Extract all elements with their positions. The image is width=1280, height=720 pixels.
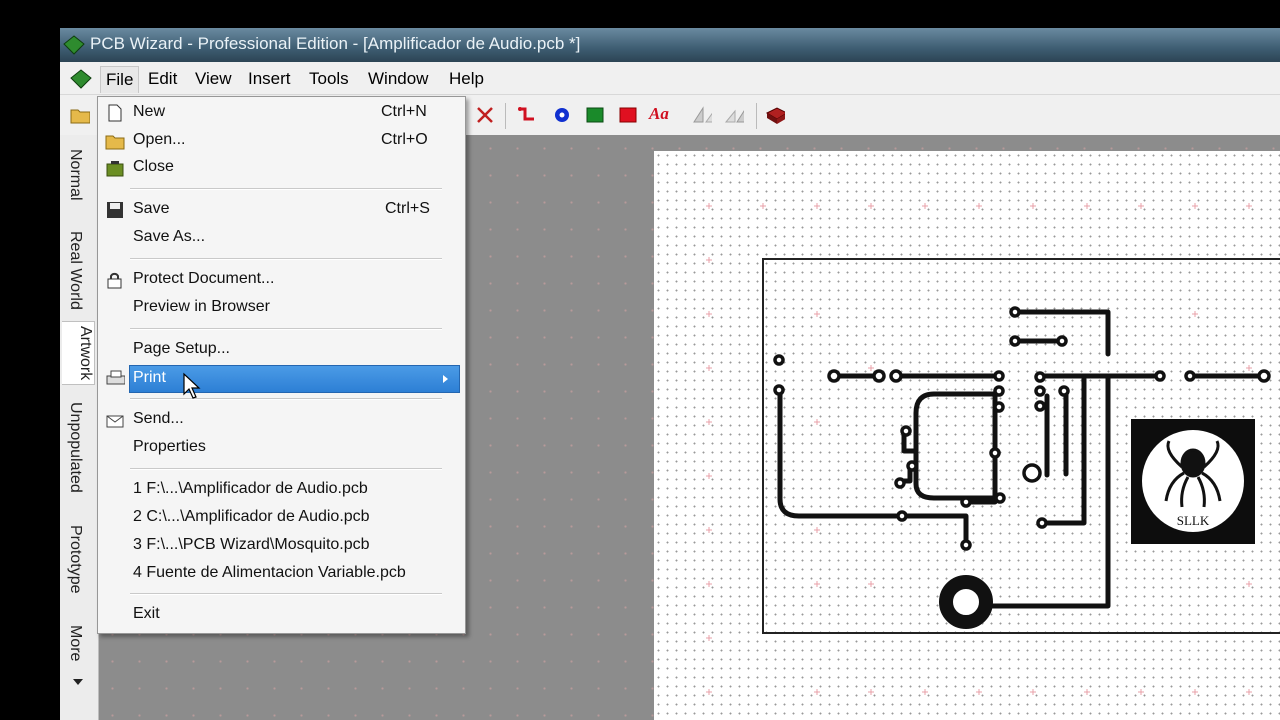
delete-icon[interactable] — [475, 105, 495, 125]
app-icon — [63, 35, 85, 55]
submenu-arrow-icon — [443, 375, 448, 383]
recent-file-2[interactable]: 2 C:\...\Amplificador de Audio.pcb — [98, 505, 465, 531]
recent-file-4[interactable]: 4 Fuente de Alimentacion Variable.pcb — [98, 561, 465, 587]
open-folder-icon — [105, 135, 125, 150]
menu-item-save-as[interactable]: Save As... — [98, 225, 465, 251]
menu-item-new[interactable]: New Ctrl+N — [98, 100, 465, 126]
solder-mask-icon[interactable] — [618, 105, 638, 125]
tab-prototype[interactable]: Prototype — [66, 525, 84, 593]
mouse-cursor-icon — [183, 372, 201, 399]
window-title: PCB Wizard - Professional Edition - [Amp… — [90, 34, 581, 53]
print-highlight: Print — [129, 365, 460, 393]
chevron-down-icon[interactable] — [71, 675, 85, 689]
menu-bar: File Edit View Insert Tools Window Help — [60, 62, 1280, 95]
tab-artwork[interactable]: Artwork — [62, 321, 95, 386]
menu-item-send[interactable]: Send... — [98, 407, 465, 433]
logo-text: SLLK — [1177, 513, 1210, 528]
menu-item-open[interactable]: Open... Ctrl+O — [98, 128, 465, 154]
large-pad — [939, 575, 993, 629]
menu-tools[interactable]: Tools — [304, 68, 354, 90]
pad-tool-icon[interactable] — [552, 105, 572, 125]
menu-item-page-setup[interactable]: Page Setup... — [98, 337, 465, 363]
save-disk-icon — [107, 202, 123, 218]
toolbar-separator — [756, 103, 757, 129]
menu-help[interactable]: Help — [444, 68, 489, 90]
recent-file-1[interactable]: 1 F:\...\Amplificador de Audio.pcb — [98, 477, 465, 503]
menu-separator — [130, 258, 442, 260]
track-tool-icon[interactable] — [517, 105, 537, 125]
menu-separator — [130, 468, 442, 470]
menu-separator — [130, 593, 442, 595]
menu-separator — [130, 188, 442, 190]
menu-window[interactable]: Window — [363, 68, 433, 90]
tab-more[interactable]: More — [66, 625, 84, 661]
menu-file[interactable]: File — [100, 66, 140, 93]
tab-real-world[interactable]: Real World — [66, 231, 84, 310]
printer-icon — [106, 370, 125, 385]
close-folder-icon — [106, 161, 124, 177]
copper-area-icon[interactable] — [585, 105, 605, 125]
menu-item-preview-browser[interactable]: Preview in Browser — [98, 295, 465, 321]
menu-item-properties[interactable]: Properties — [98, 435, 465, 461]
mirror-left-icon[interactable] — [692, 105, 712, 125]
menu-separator — [130, 328, 442, 330]
file-menu-dropdown: New Ctrl+N Open... Ctrl+O Close Save Ctr… — [97, 96, 466, 634]
tab-normal[interactable]: Normal — [66, 149, 84, 201]
pcb-board-canvas[interactable]: SLLK — [654, 151, 1280, 720]
new-document-icon — [108, 104, 122, 122]
menu-item-save[interactable]: Save Ctrl+S — [98, 197, 465, 223]
title-bar: PCB Wizard - Professional Edition - [Amp… — [60, 28, 1280, 62]
document-icon — [70, 69, 92, 89]
open-folder-icon[interactable] — [70, 105, 90, 125]
pcb-artwork: SLLK — [706, 203, 1280, 695]
recent-file-3[interactable]: 3 F:\...\PCB Wizard\Mosquito.pcb — [98, 533, 465, 559]
toolbar-separator — [505, 103, 506, 129]
mirror-right-icon[interactable] — [724, 105, 744, 125]
lock-icon — [107, 272, 122, 289]
menu-item-protect-document[interactable]: Protect Document... — [98, 267, 465, 293]
send-mail-icon — [106, 415, 124, 428]
menu-insert[interactable]: Insert — [243, 68, 296, 90]
menu-edit[interactable]: Edit — [143, 68, 182, 90]
menu-item-close[interactable]: Close — [98, 155, 465, 181]
menu-item-print[interactable]: Print — [98, 365, 465, 393]
menu-item-exit[interactable]: Exit — [98, 602, 465, 628]
menu-separator — [130, 398, 442, 400]
component-dropdown-icon[interactable] — [765, 105, 785, 125]
view-tabs: Normal Real World Artwork Unpopulated Pr… — [60, 135, 99, 720]
menu-view[interactable]: View — [190, 68, 237, 90]
tab-unpopulated[interactable]: Unpopulated — [66, 402, 84, 493]
text-tool-icon[interactable]: Aa — [649, 104, 669, 124]
